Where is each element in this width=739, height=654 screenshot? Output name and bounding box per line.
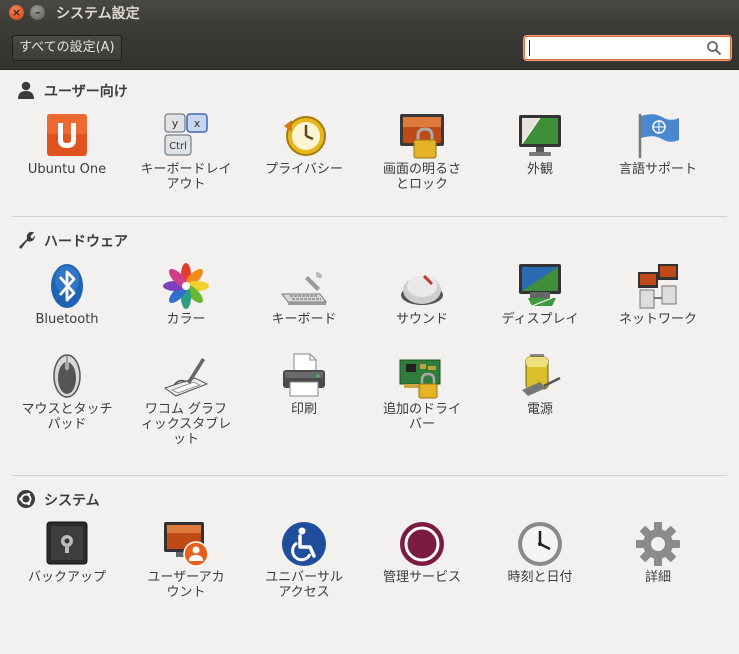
item-privacy[interactable]: プライバシー <box>245 112 363 212</box>
item-printer[interactable]: 印刷 <box>245 352 363 452</box>
item-display[interactable]: ディスプレイ <box>481 262 599 362</box>
details-icon <box>636 522 680 566</box>
section-divider <box>12 216 727 217</box>
search-icon <box>707 41 722 56</box>
system-icon <box>17 490 35 508</box>
mouse-icon <box>53 354 81 398</box>
item-appearance[interactable]: 外観 <box>481 112 599 212</box>
user-accounts-icon <box>164 522 209 567</box>
wrench-icon <box>19 231 35 249</box>
close-button[interactable]: × <box>9 5 24 20</box>
printer-icon <box>283 353 325 397</box>
item-additional-drivers[interactable]: 追加のドライ バー <box>363 352 481 452</box>
user-icon <box>18 81 34 99</box>
toolbar: すべての設定(A) <box>0 26 739 70</box>
network-icon <box>638 264 678 309</box>
text-caret <box>529 40 530 56</box>
svg-text:y: y <box>172 117 179 130</box>
item-power[interactable]: 電源 <box>481 352 599 452</box>
minimize-button[interactable]: – <box>30 5 45 20</box>
title-bar: × – システム設定 <box>0 0 739 26</box>
item-keyboard-layout[interactable]: y x Ctrl キーボードレイ アウト <box>127 112 245 212</box>
universal-access-icon <box>282 522 326 566</box>
search-input[interactable] <box>524 36 731 60</box>
svg-text:Ctrl: Ctrl <box>169 141 187 152</box>
item-network[interactable]: ネットワーク <box>599 262 717 362</box>
item-color[interactable]: カラー <box>127 262 245 362</box>
item-mouse-touchpad[interactable]: マウスとタッチ パッド <box>8 352 126 452</box>
item-keyboard[interactable]: キーボード <box>245 262 363 362</box>
keyboard-layout-icon: y x Ctrl <box>164 113 208 156</box>
close-icon: × <box>11 6 22 19</box>
additional-drivers-icon <box>399 359 441 399</box>
item-brightness-lock[interactable]: 画面の明るさ とロック <box>363 112 481 212</box>
item-bluetooth[interactable]: Bluetooth <box>8 262 126 362</box>
section-divider <box>12 475 727 476</box>
item-sound[interactable]: サウンド <box>363 262 481 362</box>
landscape-service-icon <box>400 522 444 566</box>
item-backup[interactable]: バックアップ <box>8 520 126 620</box>
svg-text:x: x <box>194 117 201 130</box>
display-icon <box>519 264 561 307</box>
item-user-accounts[interactable]: ユーザーアカ ウント <box>127 520 245 620</box>
item-details[interactable]: 詳細 <box>599 520 717 620</box>
item-wacom-tablet[interactable]: ワコム グラフ ィックスタブレ ット <box>127 352 245 452</box>
item-language-support[interactable]: 言語サポート <box>599 112 717 212</box>
item-universal-access[interactable]: ユニバーサル アクセス <box>245 520 363 620</box>
settings-panel: ユーザー向け Ubuntu One y x Ctrl キーボードレイ アウト プ… <box>0 70 739 654</box>
brightness-lock-icon <box>400 114 444 159</box>
keyboard-icon <box>281 272 327 305</box>
backup-icon <box>46 521 88 565</box>
privacy-icon <box>284 116 326 156</box>
language-support-icon <box>638 114 679 158</box>
color-icon <box>163 263 209 309</box>
window-title: システム設定 <box>56 6 140 22</box>
power-icon <box>522 354 561 396</box>
time-date-icon <box>518 522 562 566</box>
ubuntu-one-icon <box>47 114 87 156</box>
item-landscape-service[interactable]: 管理サービス <box>363 520 481 620</box>
bluetooth-icon <box>51 264 83 308</box>
appearance-icon <box>519 115 561 156</box>
all-settings-button[interactable]: すべての設定(A) <box>12 35 122 61</box>
item-time-date[interactable]: 時刻と日付 <box>481 520 599 620</box>
minimize-icon: – <box>34 6 41 19</box>
sound-icon <box>401 274 443 305</box>
wacom-tablet-icon <box>163 358 209 397</box>
item-ubuntu-one[interactable]: Ubuntu One <box>8 112 126 212</box>
